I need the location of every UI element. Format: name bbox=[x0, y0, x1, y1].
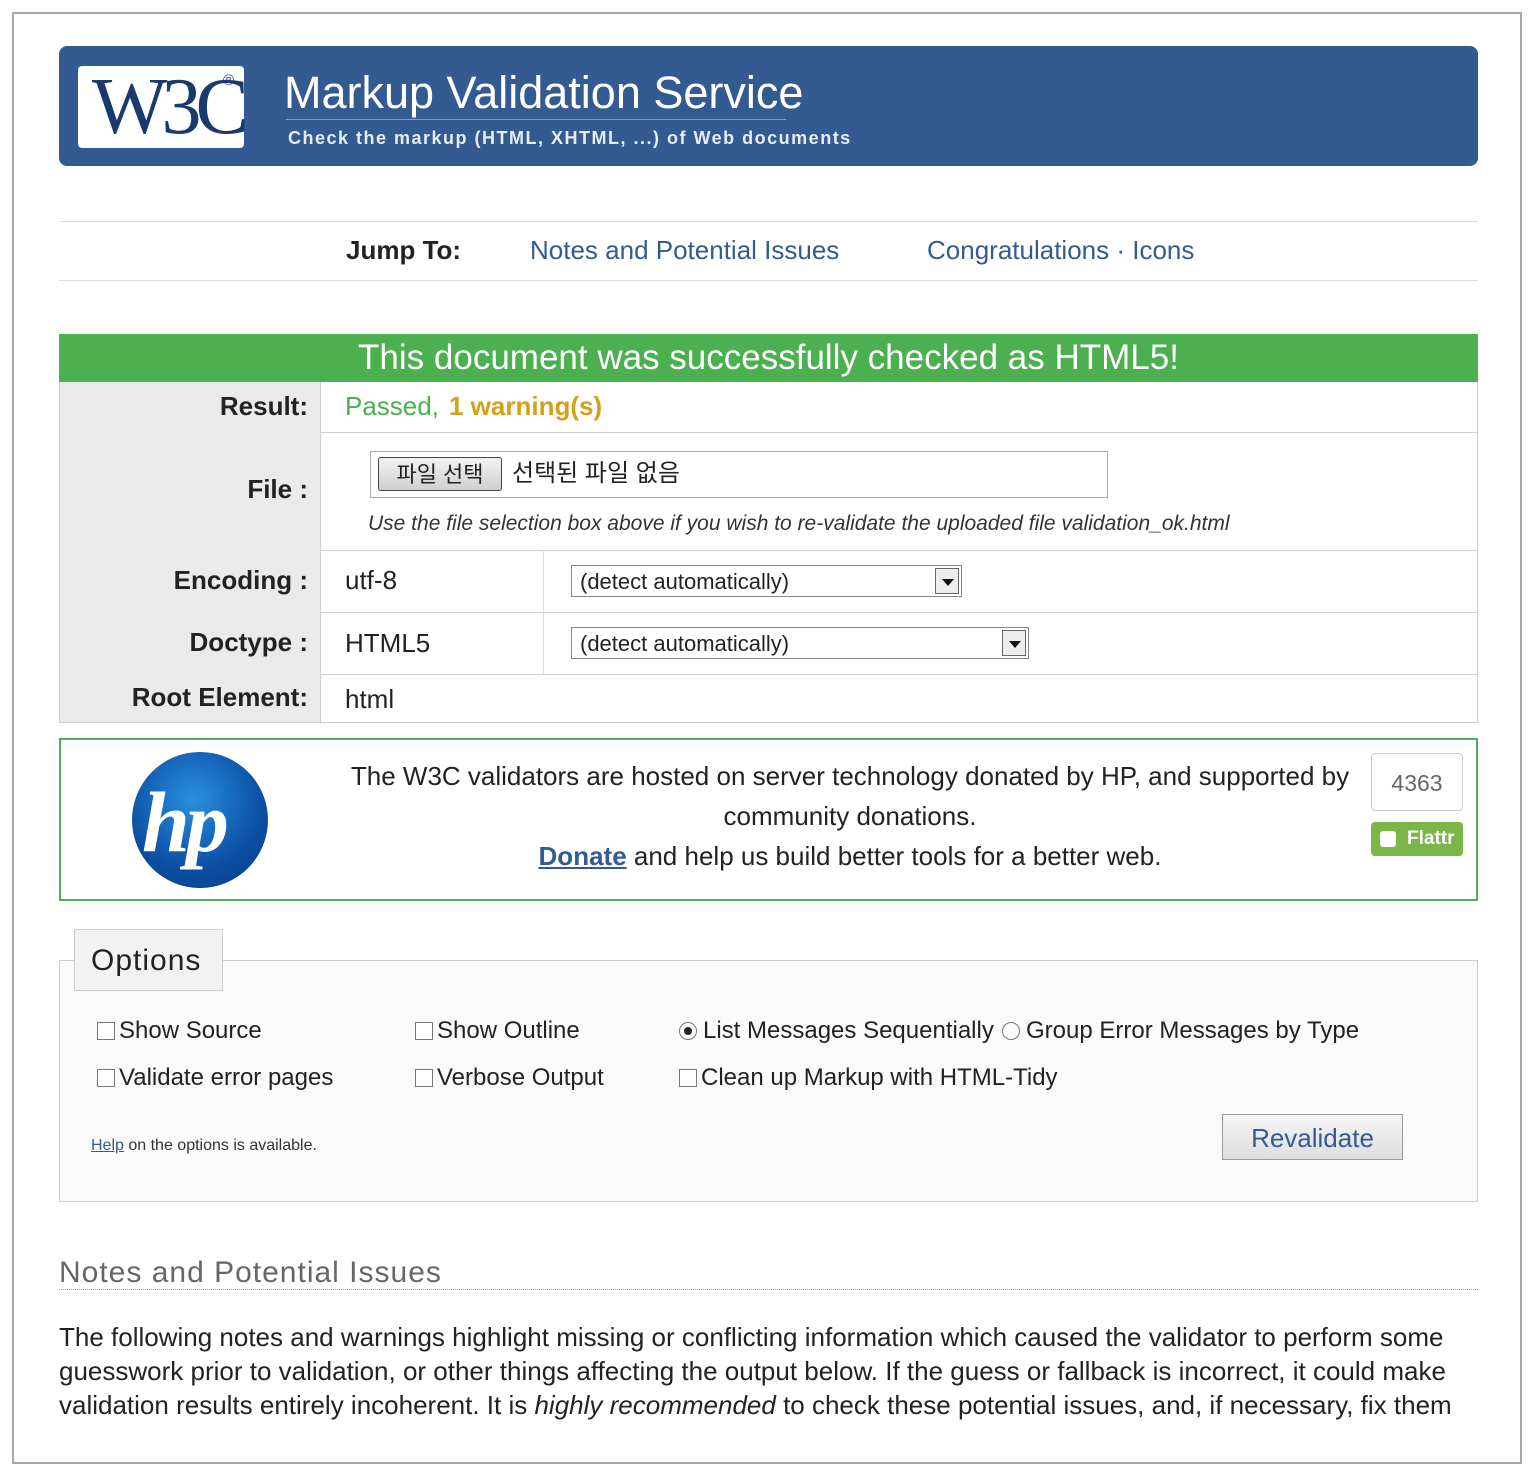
show-source-label: Show Source bbox=[119, 1017, 262, 1044]
sponsor-text: The W3C validators are hosted on server … bbox=[340, 756, 1360, 876]
cleanup-tidy-option[interactable]: Clean up Markup with HTML-Tidy bbox=[679, 1063, 1058, 1093]
root-row: Root Element: html bbox=[60, 674, 1477, 722]
result-row: Result: Passed, 1 warning(s) bbox=[60, 382, 1477, 433]
list-sequential-label: List Messages Sequentially bbox=[703, 1017, 994, 1044]
encoding-select[interactable]: (detect automatically) bbox=[571, 565, 962, 597]
jump-link-notes[interactable]: Notes and Potential Issues bbox=[530, 235, 839, 266]
hp-logo-text: hp bbox=[142, 774, 229, 870]
root-label: Root Element: bbox=[60, 674, 321, 722]
list-sequential-option[interactable]: List Messages Sequentially bbox=[679, 1016, 994, 1046]
show-outline-checkbox[interactable] bbox=[415, 1022, 433, 1040]
sponsor-line2: and help us build better tools for a bet… bbox=[633, 841, 1162, 871]
doctype-select-value: (detect automatically) bbox=[580, 631, 790, 656]
help-link[interactable]: Help bbox=[91, 1137, 124, 1154]
notes-paragraph: The following notes and warnings highlig… bbox=[59, 1320, 1479, 1422]
group-by-type-option[interactable]: Group Error Messages by Type bbox=[1002, 1016, 1359, 1046]
w3c-logo[interactable]: W3C ® bbox=[78, 63, 249, 151]
show-source-checkbox[interactable] bbox=[97, 1022, 115, 1040]
title-divider bbox=[286, 119, 786, 120]
file-note: Use the file selection box above if you … bbox=[368, 512, 1230, 535]
list-sequential-radio[interactable] bbox=[679, 1022, 697, 1040]
group-by-type-radio[interactable] bbox=[1002, 1022, 1020, 1040]
show-outline-option[interactable]: Show Outline bbox=[415, 1016, 580, 1046]
jump-link-congratulations[interactable]: Congratulations · Icons bbox=[927, 235, 1194, 266]
flattr-button[interactable]: Flattr bbox=[1371, 822, 1463, 856]
encoding-label: Encoding : bbox=[60, 550, 321, 612]
notes-emphasis: highly recommended bbox=[534, 1390, 776, 1420]
success-banner: This document was successfully checked a… bbox=[59, 334, 1478, 382]
registered-mark: ® bbox=[223, 72, 235, 89]
flattr-count: 4363 bbox=[1371, 753, 1463, 811]
result-label: Result: bbox=[60, 382, 321, 432]
notes-divider bbox=[59, 1289, 1478, 1290]
hp-logo[interactable]: hp bbox=[132, 752, 268, 888]
doctype-select[interactable]: (detect automatically) bbox=[571, 627, 1029, 659]
page-title: Markup Validation Service bbox=[284, 67, 804, 118]
file-label: File : bbox=[60, 432, 321, 550]
notes-heading: Notes and Potential Issues bbox=[59, 1256, 442, 1289]
flattr-label: Flattr bbox=[1407, 828, 1455, 849]
encoding-divider bbox=[543, 550, 544, 612]
revalidate-button[interactable]: Revalidate bbox=[1222, 1114, 1403, 1160]
verbose-output-label: Verbose Output bbox=[437, 1064, 604, 1091]
verbose-output-option[interactable]: Verbose Output bbox=[415, 1063, 604, 1093]
choose-file-button[interactable]: 파일 선택 bbox=[378, 457, 502, 491]
show-source-option[interactable]: Show Source bbox=[97, 1016, 262, 1046]
results-table: Result: Passed, 1 warning(s) File : Enco… bbox=[59, 382, 1478, 723]
validate-error-pages-label: Validate error pages bbox=[119, 1064, 334, 1091]
encoding-select-value: (detect automatically) bbox=[580, 569, 790, 594]
cleanup-tidy-checkbox[interactable] bbox=[679, 1069, 697, 1087]
chevron-down-icon bbox=[935, 568, 959, 594]
sponsor-line1: The W3C validators are hosted on server … bbox=[350, 761, 1350, 831]
group-by-type-label: Group Error Messages by Type bbox=[1026, 1017, 1360, 1044]
sponsor-line2-wrap: Donate and help us build better tools fo… bbox=[340, 836, 1360, 876]
encoding-value: utf-8 bbox=[345, 565, 398, 595]
page-subtitle: Check the markup (HTML, XHTML, ...) of W… bbox=[288, 128, 852, 148]
no-file-text: 선택된 파일 없음 bbox=[512, 460, 680, 487]
jump-label: Jump To: bbox=[346, 235, 462, 265]
doctype-divider bbox=[543, 612, 544, 674]
result-warnings: 1 warning(s) bbox=[449, 391, 603, 421]
verbose-output-checkbox[interactable] bbox=[415, 1069, 433, 1087]
donate-link[interactable]: Donate bbox=[539, 841, 627, 871]
validate-error-pages-option[interactable]: Validate error pages bbox=[97, 1063, 333, 1093]
help-text: on the options is available. bbox=[128, 1137, 317, 1154]
options-legend: Options bbox=[74, 929, 223, 991]
options-help: Help on the options is available. bbox=[91, 1137, 317, 1155]
result-passed: Passed, bbox=[345, 391, 439, 421]
show-outline-label: Show Outline bbox=[437, 1017, 580, 1044]
cleanup-tidy-label: Clean up Markup with HTML-Tidy bbox=[701, 1064, 1058, 1091]
chevron-down-icon bbox=[1002, 630, 1026, 656]
doctype-value: HTML5 bbox=[345, 628, 431, 658]
w3c-logo-text: W3C bbox=[92, 63, 249, 151]
notes-text-end: to check these potential issues, and, if… bbox=[783, 1390, 1452, 1420]
doctype-label: Doctype : bbox=[60, 612, 321, 674]
flattr-icon bbox=[1380, 831, 1396, 847]
root-value: html bbox=[345, 684, 395, 714]
validate-error-pages-checkbox[interactable] bbox=[97, 1069, 115, 1087]
